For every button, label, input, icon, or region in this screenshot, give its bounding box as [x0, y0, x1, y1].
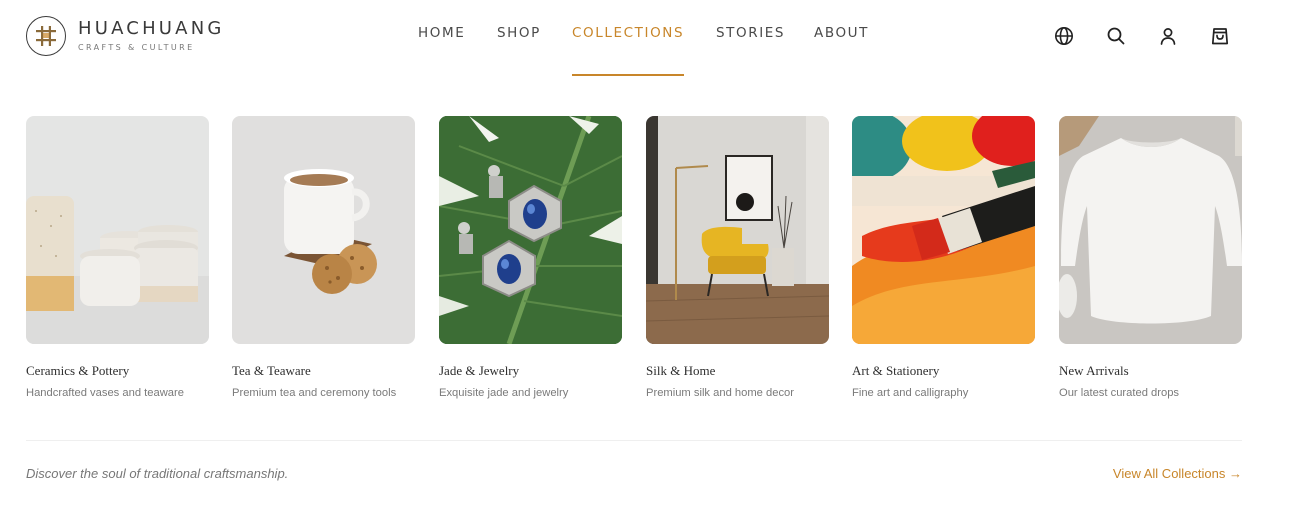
- collection-title: Silk & Home: [646, 363, 716, 378]
- collection-title: Tea & Teaware: [232, 363, 311, 378]
- nav-shop-label: SHOP: [497, 25, 541, 41]
- collection-description: Our latest curated drops: [1059, 387, 1180, 399]
- nav-collections-label: COLLECTIONS: [572, 25, 685, 41]
- collection-description: Exquisite jade and jewelry: [439, 387, 569, 399]
- collection-image-jade: [439, 116, 622, 344]
- nav-stories-label: STORIES: [716, 25, 786, 41]
- collection-card-silk[interactable]: Silk & Home Premium silk and home decor: [646, 116, 829, 400]
- collection-title: Ceramics & Pottery: [26, 363, 130, 378]
- collection-description: Handcrafted vases and teaware: [26, 387, 184, 399]
- view-all-collections-link[interactable]: View All Collections →: [1113, 466, 1242, 481]
- nav-active-underline: [572, 74, 685, 76]
- collection-image-tea: [232, 116, 415, 344]
- collection-card-new-arrivals[interactable]: New Arrivals Our latest curated drops: [1059, 116, 1242, 400]
- user-icon[interactable]: [1156, 24, 1180, 48]
- footer-tagline: Discover the soul of traditional craftsm…: [26, 466, 289, 481]
- collection-card-ceramics[interactable]: Ceramics & Pottery Handcrafted vases and…: [26, 116, 209, 400]
- main-nav: HOME SHOP COLLECTIONS STORIES ABOUT: [0, 0, 1289, 76]
- collection-image-silk: [646, 116, 829, 344]
- collection-title: New Arrivals: [1059, 363, 1129, 378]
- collection-title: Jade & Jewelry: [439, 363, 520, 378]
- section-divider: [26, 440, 1242, 441]
- collection-description: Premium silk and home decor: [646, 387, 794, 399]
- nav-home[interactable]: HOME: [418, 25, 465, 76]
- collection-title: Art & Stationery: [852, 363, 940, 378]
- nav-shop[interactable]: SHOP: [497, 25, 541, 76]
- collection-image-new-arrivals: [1059, 116, 1242, 344]
- collection-card-jade[interactable]: Jade & Jewelry Exquisite jade and jewelr…: [439, 116, 622, 400]
- collection-card-art[interactable]: Art & Stationery Fine art and calligraph…: [852, 116, 1035, 400]
- bag-icon[interactable]: [1208, 24, 1232, 48]
- globe-icon[interactable]: [1052, 24, 1076, 48]
- nav-stories[interactable]: STORIES: [716, 25, 785, 76]
- nav-about[interactable]: ABOUT: [814, 25, 869, 76]
- nav-home-label: HOME: [418, 25, 466, 41]
- collection-card-tea[interactable]: Tea & Teaware Premium tea and ceremony t…: [232, 116, 415, 400]
- collection-image-ceramics: [26, 116, 209, 344]
- collection-description: Premium tea and ceremony tools: [232, 387, 397, 399]
- search-icon[interactable]: [1104, 24, 1128, 48]
- collection-description: Fine art and calligraphy: [852, 387, 969, 399]
- nav-about-label: ABOUT: [814, 25, 870, 41]
- collection-image-art: [852, 116, 1035, 344]
- nav-collections[interactable]: COLLECTIONS: [572, 25, 685, 76]
